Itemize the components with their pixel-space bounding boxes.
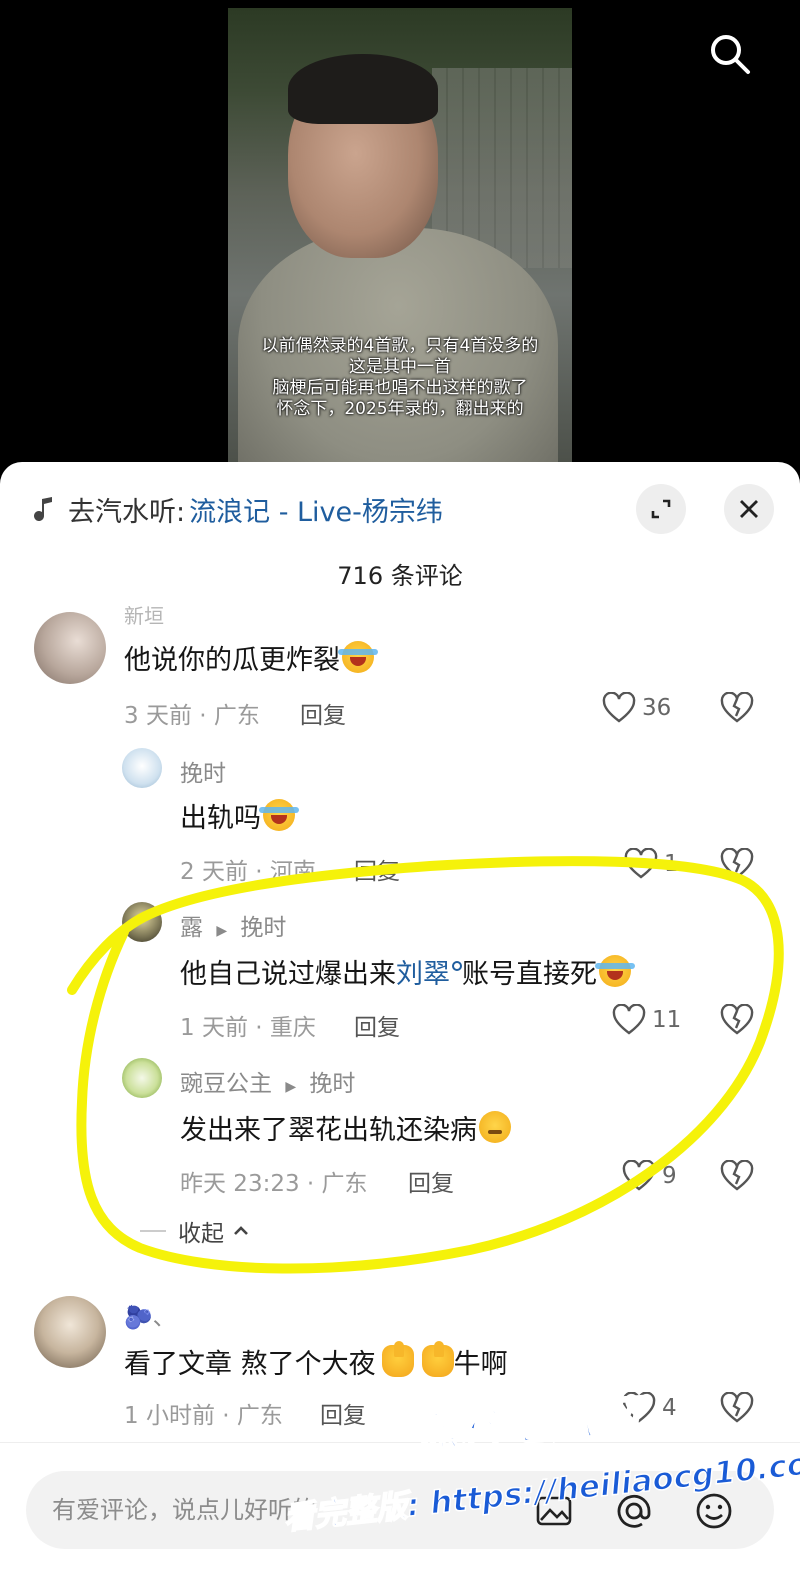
broken-heart-icon bbox=[720, 1003, 754, 1035]
heart-icon bbox=[612, 1004, 646, 1035]
comment-count: 716 条评论 bbox=[337, 562, 463, 590]
reply-meta: 昨天 23:23 · 广东 bbox=[180, 1171, 368, 1197]
laugh-cry-emoji-icon bbox=[259, 799, 299, 831]
comment-author[interactable]: 新垣 bbox=[124, 600, 164, 629]
comment-text-tail: 牛啊 bbox=[453, 1349, 508, 1380]
video-person-hair bbox=[288, 54, 438, 124]
avatar[interactable] bbox=[122, 1058, 162, 1098]
reply-to-name[interactable]: 挽时 bbox=[240, 915, 286, 941]
like-button[interactable]: 11 bbox=[612, 1004, 681, 1036]
thumbs-up-emoji-icon bbox=[421, 1341, 454, 1377]
search-link[interactable]: 刘翠 bbox=[396, 959, 450, 990]
video-subtitles: 以前偶然录的4首歌，只有4首没多的 这是其中一首 脑梗后可能再也唱不出这样的歌了… bbox=[228, 336, 572, 420]
subtitle-line: 脑梗后可能再也唱不出这样的歌了 bbox=[272, 378, 528, 398]
comment-text: 他说你的瓜更炸裂 bbox=[124, 638, 378, 677]
reply-text-content: 出轨吗 bbox=[180, 803, 261, 834]
dislike-button[interactable] bbox=[720, 1391, 754, 1428]
comment-text-content: 他说你的瓜更炸裂 bbox=[124, 645, 340, 676]
chevron-up-icon bbox=[234, 1226, 248, 1235]
reply-text-after: 账号直接死 bbox=[462, 959, 597, 990]
dislike-button[interactable] bbox=[720, 847, 754, 884]
video-player[interactable]: 以前偶然录的4首歌，只有4首没多的 这是其中一首 脑梗后可能再也唱不出这样的歌了… bbox=[0, 0, 800, 480]
subtitle-line: 以前偶然录的4首歌，只有4首没多的 bbox=[261, 336, 539, 356]
reply-text-before: 他自己说过爆出来 bbox=[180, 959, 396, 990]
reply-button[interactable]: 回复 bbox=[320, 1396, 366, 1430]
reply-button[interactable]: 回复 bbox=[354, 1008, 400, 1042]
music-link[interactable]: 去汽水听: 流浪记 - Live-杨宗纬 bbox=[30, 486, 443, 532]
reply-to-name[interactable]: 挽时 bbox=[309, 1071, 355, 1097]
like-count: 1 bbox=[664, 851, 679, 877]
dislike-button[interactable] bbox=[720, 691, 754, 728]
music-label: 去汽水听: bbox=[68, 496, 186, 528]
heart-icon bbox=[624, 848, 658, 879]
reply-author-name[interactable]: 豌豆公主 bbox=[180, 1071, 272, 1097]
close-icon bbox=[740, 500, 758, 518]
smirk-emoji-icon bbox=[479, 1111, 511, 1143]
comment-text: 看了文章 熬了个大夜 牛啊 bbox=[124, 1341, 508, 1381]
broken-heart-icon bbox=[720, 691, 754, 723]
collapse-label: 收起 bbox=[178, 1221, 224, 1247]
heart-icon bbox=[602, 692, 636, 723]
music-title[interactable]: 流浪记 - Live-杨宗纬 bbox=[189, 490, 443, 529]
smiley-icon bbox=[696, 1493, 732, 1529]
subtitle-line: 这是其中一首 bbox=[349, 357, 451, 377]
avatar[interactable] bbox=[34, 1296, 106, 1368]
collapse-replies-button[interactable]: 收起 bbox=[140, 1214, 252, 1248]
reply-arrow-icon: ▶ bbox=[285, 1079, 297, 1095]
reply-text-content: 发出来了翠花出轨还染病 bbox=[180, 1115, 477, 1146]
reply-text: 他自己说过爆出来刘翠 账号直接死 bbox=[180, 952, 635, 991]
like-count: 9 bbox=[662, 1163, 677, 1189]
like-button[interactable]: 9 bbox=[622, 1160, 677, 1192]
like-count: 4 bbox=[662, 1395, 677, 1421]
avatar[interactable] bbox=[122, 902, 162, 942]
reply-arrow-icon: ▶ bbox=[216, 923, 228, 939]
laugh-cry-emoji-icon bbox=[595, 955, 635, 987]
music-note-icon bbox=[34, 497, 52, 521]
broken-heart-icon bbox=[720, 1391, 754, 1423]
search-button[interactable] bbox=[706, 30, 754, 78]
reply-meta: 1 天前 · 重庆 bbox=[180, 1015, 316, 1041]
comment-meta: 3 天前 · 广东 bbox=[124, 703, 260, 729]
broken-heart-icon bbox=[720, 847, 754, 879]
reply-button[interactable]: 回复 bbox=[354, 852, 400, 886]
like-button[interactable]: 1 bbox=[624, 848, 679, 880]
reply-button[interactable]: 回复 bbox=[300, 696, 346, 730]
broken-heart-icon bbox=[720, 1159, 754, 1191]
reply-author[interactable]: 挽时 bbox=[180, 754, 226, 788]
expand-button[interactable] bbox=[636, 484, 686, 534]
comment-author[interactable]: 🫐、 bbox=[124, 1298, 176, 1332]
like-count: 11 bbox=[652, 1007, 682, 1033]
avatar[interactable] bbox=[122, 748, 162, 788]
dislike-button[interactable] bbox=[720, 1159, 754, 1196]
thumbs-up-emoji-icon bbox=[381, 1341, 414, 1377]
comment-meta: 1 小时前 · 广东 bbox=[124, 1403, 283, 1429]
expand-icon bbox=[651, 499, 671, 519]
heart-icon bbox=[622, 1160, 656, 1191]
comment-text-content: 看了文章 熬了个大夜 bbox=[124, 1349, 376, 1380]
search-mini-icon bbox=[452, 961, 462, 971]
reply-meta: 2 天前 · 河南 bbox=[180, 859, 316, 885]
reply-author-name[interactable]: 露 bbox=[180, 915, 203, 941]
dislike-button[interactable] bbox=[720, 1003, 754, 1040]
collapse-divider bbox=[140, 1230, 166, 1232]
reply-text: 出轨吗 bbox=[180, 796, 299, 835]
reply-author[interactable]: 露 ▶ 挽时 bbox=[180, 908, 286, 942]
like-button[interactable]: 36 bbox=[602, 692, 671, 724]
comment-sheet: 去汽水听: 流浪记 - Live-杨宗纬 716 条评论 新垣 他说你的瓜更炸裂… bbox=[0, 462, 800, 1595]
avatar[interactable] bbox=[34, 612, 106, 684]
close-button[interactable] bbox=[724, 484, 774, 534]
emoji-button[interactable] bbox=[692, 1489, 736, 1533]
search-icon bbox=[711, 35, 750, 74]
reply-author[interactable]: 豌豆公主 ▶ 挽时 bbox=[180, 1064, 355, 1098]
reply-text: 发出来了翠花出轨还染病 bbox=[180, 1108, 511, 1147]
like-count: 36 bbox=[642, 695, 672, 721]
reply-button[interactable]: 回复 bbox=[408, 1164, 454, 1198]
subtitle-line: 怀念下，2025年录的，翻出来的 bbox=[276, 399, 524, 419]
laugh-cry-emoji-icon bbox=[338, 641, 378, 673]
